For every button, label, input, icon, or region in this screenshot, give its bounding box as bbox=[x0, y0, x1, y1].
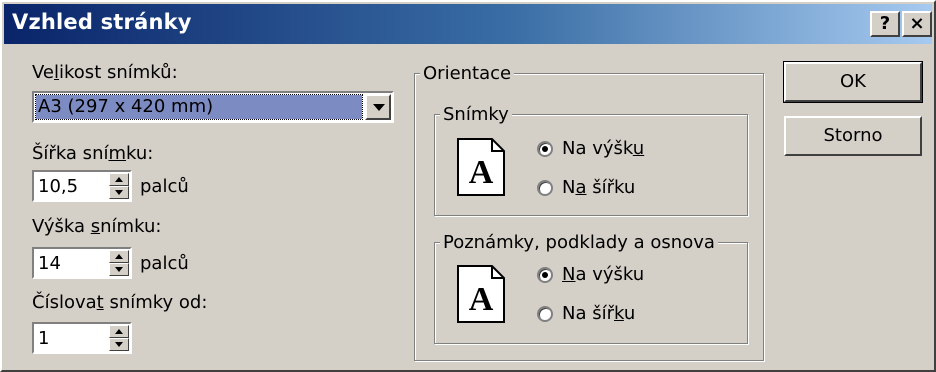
slide-width-label: Šířka snímku: bbox=[32, 143, 154, 164]
slides-landscape-label: Na šířku bbox=[562, 177, 636, 198]
numbering-start-stepper[interactable]: 1 bbox=[32, 322, 132, 354]
slide-width-up-button[interactable] bbox=[109, 173, 129, 186]
notes-portrait-radio[interactable] bbox=[537, 267, 553, 283]
page-icon-letter: A bbox=[469, 281, 494, 318]
slide-width-unit: palců bbox=[140, 176, 189, 197]
close-button[interactable]: × bbox=[902, 11, 932, 37]
dialog-title: Vzhled stránky bbox=[12, 10, 192, 34]
slides-landscape-radio[interactable] bbox=[537, 180, 553, 196]
ok-button[interactable]: OK bbox=[783, 61, 923, 103]
notes-landscape-label: Na šířku bbox=[562, 303, 636, 324]
page-icon-letter: A bbox=[469, 154, 494, 191]
orientation-title: Orientace bbox=[420, 64, 515, 84]
slide-height-up-button[interactable] bbox=[109, 250, 129, 263]
slide-height-value: 14 bbox=[38, 253, 61, 274]
slide-height-unit: palců bbox=[140, 253, 189, 274]
numbering-start-up-button[interactable] bbox=[109, 325, 129, 338]
chevron-down-icon bbox=[373, 104, 385, 111]
numbering-start-down-button[interactable] bbox=[109, 338, 129, 351]
slides-portrait-label: Na výšku bbox=[562, 138, 645, 159]
slide-width-value: 10,5 bbox=[38, 176, 79, 197]
slide-width-stepper[interactable]: 10,5 bbox=[32, 170, 132, 202]
slide-height-down-button[interactable] bbox=[109, 263, 129, 276]
title-bar: Vzhled stránky ? × bbox=[4, 4, 932, 44]
arrow-down-icon bbox=[115, 342, 123, 347]
slides-portrait-radio[interactable] bbox=[537, 141, 553, 157]
arrow-up-icon bbox=[115, 177, 123, 182]
notes-portrait-label: Na výšku bbox=[562, 264, 645, 285]
numbering-start-label: Číslovat snímky od: bbox=[32, 292, 208, 313]
numbering-start-value: 1 bbox=[38, 328, 50, 349]
slide-size-label: Velikost snímků: bbox=[32, 62, 178, 83]
slide-size-dropdown-button[interactable] bbox=[365, 94, 391, 120]
arrow-up-icon bbox=[115, 329, 123, 334]
arrow-down-icon bbox=[115, 190, 123, 195]
slide-size-combobox[interactable]: A3 (297 x 420 mm) bbox=[32, 91, 394, 123]
arrow-down-icon bbox=[115, 267, 123, 272]
slide-height-label: Výška snímku: bbox=[32, 216, 162, 237]
slide-height-stepper[interactable]: 14 bbox=[32, 247, 132, 279]
slide-width-down-button[interactable] bbox=[109, 186, 129, 199]
help-button[interactable]: ? bbox=[870, 11, 900, 37]
portrait-page-icon: A bbox=[457, 138, 505, 196]
slide-size-value: A3 (297 x 420 mm) bbox=[35, 94, 363, 120]
slides-orientation-title: Snímky bbox=[440, 105, 512, 125]
notes-landscape-radio[interactable] bbox=[537, 306, 553, 322]
portrait-page-icon: A bbox=[457, 265, 505, 323]
arrow-up-icon bbox=[115, 254, 123, 259]
cancel-button[interactable]: Storno bbox=[784, 116, 922, 156]
notes-orientation-title: Poznámky, podklady a osnova bbox=[440, 233, 718, 253]
page-setup-dialog: Vzhled stránky ? × Velikost snímků: A3 (… bbox=[0, 0, 936, 372]
